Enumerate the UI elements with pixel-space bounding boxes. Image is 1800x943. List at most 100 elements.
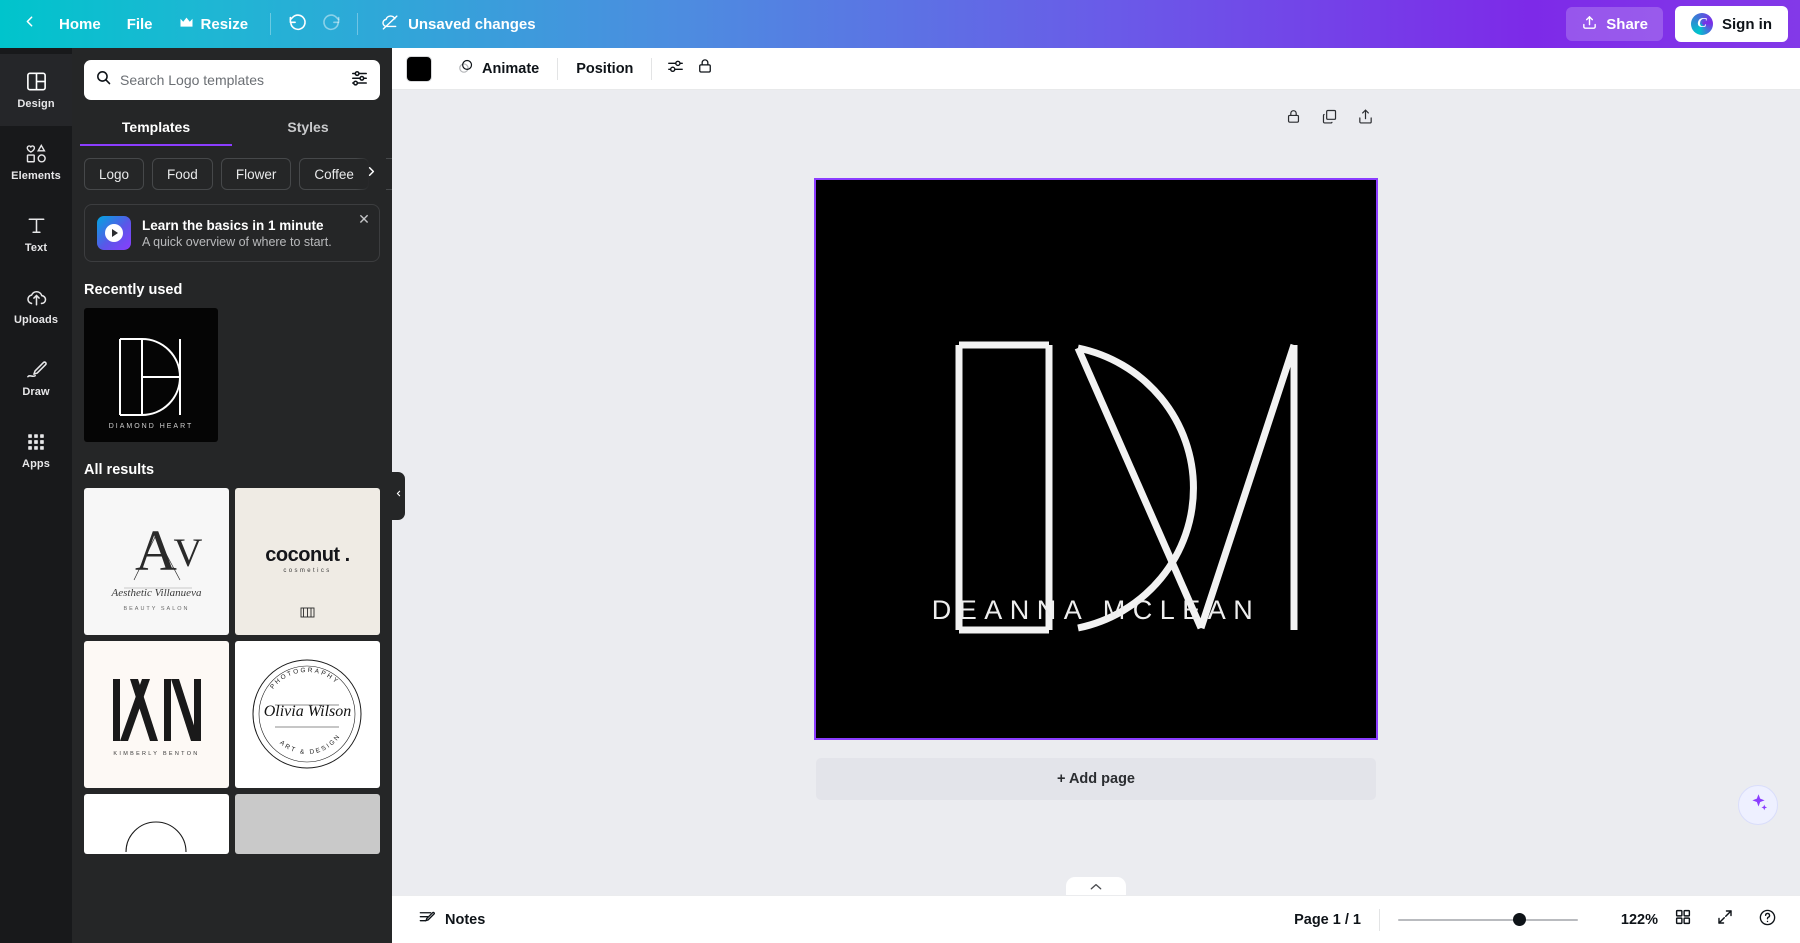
left-rail: Design Elements Text (0, 48, 72, 943)
add-page-label: + Add page (1057, 771, 1135, 787)
recently-used-title: Recently used (72, 262, 392, 308)
undo-icon (288, 12, 307, 36)
transparency-button[interactable] (660, 54, 690, 84)
tab-templates[interactable]: Templates (80, 110, 232, 146)
add-page-button[interactable]: + Add page (816, 758, 1376, 800)
design-layout-icon (25, 70, 48, 93)
side-panel: Templates Styles Logo Food Flower Coffee… (72, 48, 392, 943)
chip-logo[interactable]: Logo (84, 158, 144, 190)
resize-button[interactable]: Resize (166, 7, 262, 41)
notes-icon (418, 908, 437, 931)
tab-styles[interactable]: Styles (232, 110, 384, 146)
animate-button[interactable]: Animate (446, 54, 549, 84)
result-card-title: Olivia Wilson (235, 703, 380, 721)
chip-food[interactable]: Food (152, 158, 213, 190)
chevron-left-icon (21, 13, 38, 35)
result-card-olivia-wilson[interactable]: PHOTOGRAPHY ART & DESIGN Olivia Wilson (235, 641, 380, 788)
recent-template-caption: DIAMOND HEART (84, 423, 218, 430)
duplicate-page-button[interactable] (1318, 108, 1340, 130)
panel-tabs: Templates Styles (72, 110, 392, 146)
context-divider-1 (557, 58, 558, 80)
share-upload-icon (1581, 14, 1598, 35)
home-button[interactable]: Home (46, 7, 114, 41)
result-card-aesthetic-villanueva[interactable]: A V Aesthetic Villanueva BEAUTY SALON (84, 488, 229, 635)
back-button[interactable] (12, 7, 46, 41)
sidebar-item-label: Design (17, 98, 54, 110)
lock-button[interactable] (690, 54, 720, 84)
share-label: Share (1606, 16, 1648, 33)
duplicate-icon (1321, 108, 1338, 130)
page-options-button[interactable] (1354, 108, 1376, 130)
play-icon (105, 224, 123, 242)
sidebar-item-uploads[interactable]: Uploads (0, 270, 72, 342)
top-bar: Home File Resize Unsaved chang (0, 0, 1800, 48)
save-status-button[interactable]: Unsaved changes (367, 7, 549, 41)
upload-cloud-icon (25, 286, 48, 309)
color-swatch-button[interactable] (406, 56, 432, 82)
sidebar-item-text[interactable]: Text (0, 198, 72, 270)
tab-templates-label: Templates (122, 119, 190, 135)
chevron-left-icon (394, 487, 403, 505)
sidebar-item-draw[interactable]: Draw (0, 342, 72, 414)
text-t-icon (25, 214, 48, 237)
result-card-coconut[interactable]: coconut . cosmetics (235, 488, 380, 635)
chip-label: Food (167, 167, 198, 182)
toolbar-divider-2 (357, 13, 358, 35)
sidebar-item-label: Uploads (14, 314, 58, 326)
home-label: Home (59, 16, 101, 33)
lock-page-button[interactable] (1282, 108, 1304, 130)
side-panel-scroll[interactable]: Templates Styles Logo Food Flower Coffee… (72, 48, 392, 943)
cloud-slash-icon (380, 13, 401, 36)
file-label: File (127, 16, 153, 33)
chevron-right-icon (364, 164, 379, 184)
design-title-text[interactable]: DEANNA MCLEAN (816, 595, 1376, 626)
result-card-kimberly-benton[interactable]: KIMBERLY BENTON (84, 641, 229, 788)
share-button[interactable]: Share (1566, 7, 1663, 41)
lock-icon (696, 57, 714, 80)
redo-button[interactable] (314, 7, 348, 41)
sign-in-button[interactable]: C Sign in (1675, 6, 1788, 42)
canva-mark-letter: C (1697, 16, 1706, 32)
help-button[interactable] (1750, 903, 1784, 937)
zoom-knob[interactable] (1513, 913, 1526, 926)
sidebar-item-design[interactable]: Design (0, 54, 72, 126)
toolbar-divider-1 (270, 13, 271, 35)
design-page[interactable]: DEANNA MCLEAN (816, 180, 1376, 738)
undo-button[interactable] (280, 7, 314, 41)
filter-sliders-icon[interactable] (350, 68, 369, 92)
lock-icon (1285, 108, 1302, 130)
search-input[interactable] (120, 72, 342, 88)
svg-text:PHOTOGRAPHY: PHOTOGRAPHY (269, 667, 340, 691)
recent-template-diamond-heart[interactable]: DIAMOND HEART (84, 308, 218, 442)
close-icon[interactable]: ✕ (356, 211, 372, 227)
grid-view-button[interactable] (1666, 903, 1700, 937)
sidebar-item-apps[interactable]: Apps (0, 414, 72, 486)
chips-next-button[interactable] (356, 158, 386, 190)
chip-flower[interactable]: Flower (221, 158, 292, 190)
canva-logo-icon: C (1691, 13, 1713, 35)
svg-text:ART & DESIGN: ART & DESIGN (278, 733, 342, 757)
notes-button[interactable]: Notes (408, 904, 495, 936)
position-label: Position (576, 61, 633, 77)
magic-studio-button[interactable] (1738, 785, 1778, 825)
transparency-icon (666, 57, 685, 81)
position-button[interactable]: Position (566, 54, 643, 84)
resize-label: Resize (201, 16, 249, 33)
zoom-slider[interactable] (1398, 911, 1578, 929)
file-menu-button[interactable]: File (114, 7, 166, 41)
help-circle-icon (1758, 908, 1777, 932)
svg-text:V: V (174, 530, 203, 575)
bottom-sheet-handle[interactable] (1066, 877, 1126, 895)
tab-styles-label: Styles (287, 119, 328, 135)
save-status-label: Unsaved changes (408, 16, 536, 33)
fullscreen-button[interactable] (1708, 903, 1742, 937)
redo-icon (322, 12, 341, 36)
sidebar-item-elements[interactable]: Elements (0, 126, 72, 198)
panel-collapse-handle[interactable] (392, 472, 405, 520)
result-card-5[interactable] (84, 794, 229, 854)
promo-card[interactable]: Learn the basics in 1 minute A quick ove… (84, 204, 380, 262)
recent-template-art: DIAMOND HEART (84, 308, 218, 442)
result-card-6[interactable] (235, 794, 380, 854)
canvas-area[interactable]: DEANNA MCLEAN + Add page (392, 90, 1800, 895)
search-box[interactable] (84, 60, 380, 100)
